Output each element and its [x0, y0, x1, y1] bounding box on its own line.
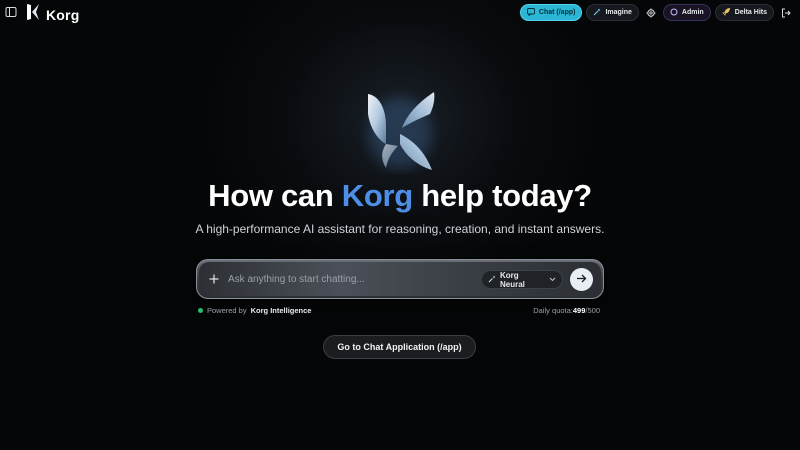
sparkle-wand-icon	[593, 8, 601, 18]
title-suffix: help today?	[412, 178, 592, 213]
status-dot	[198, 308, 203, 313]
delta-hits-nav-button[interactable]: Delta Hits	[714, 4, 774, 21]
model-select[interactable]: Korg Neural	[481, 270, 563, 289]
powered-by: Powered by Korg Intelligence	[198, 306, 311, 315]
quota-used: 499	[572, 306, 586, 315]
brand-name: Korg	[46, 6, 80, 23]
brand[interactable]: Korg	[25, 3, 79, 26]
chevron-down-icon	[549, 275, 556, 284]
gear-icon[interactable]	[643, 4, 659, 21]
imagine-nav-label: Imagine	[605, 9, 632, 16]
imagine-nav-button[interactable]: Imagine	[586, 4, 639, 21]
quota-label: Daily quota:	[533, 306, 573, 315]
rocket-icon	[721, 7, 731, 18]
quota-total: /500	[585, 306, 600, 315]
go-to-chat-button[interactable]: Go to Chat Application (/app)	[323, 335, 476, 359]
chat-bubble-icon	[526, 7, 535, 18]
sidebar-toggle-icon[interactable]	[4, 5, 18, 19]
plus-icon[interactable]	[205, 270, 223, 288]
korg-hero-logo-icon	[360, 88, 440, 174]
chat-nav-label: Chat (/app)	[538, 9, 576, 16]
logout-icon[interactable]	[778, 4, 794, 21]
sparkle-icon	[488, 275, 496, 285]
top-nav: Chat (/app) Imagine Admin Delta Hits	[519, 4, 794, 21]
model-select-label: Korg Neural	[500, 270, 525, 289]
top-bar: Korg Chat (/app) Imagine Admin Delta Hit…	[0, 0, 800, 26]
arrow-right-icon	[576, 271, 587, 289]
ring-icon	[670, 8, 678, 18]
powered-prefix: Powered by	[207, 306, 247, 315]
page-subtitle: A high-performance AI assistant for reas…	[195, 222, 605, 236]
chat-nav-button[interactable]: Chat (/app)	[519, 4, 583, 21]
admin-nav-label: Admin	[681, 9, 704, 16]
admin-nav-button[interactable]: Admin	[662, 4, 711, 21]
chat-input[interactable]	[228, 271, 468, 288]
daily-quota: Daily quota: 499/500	[533, 306, 600, 315]
korg-logo-icon	[25, 3, 41, 26]
title-accent: Korg	[341, 178, 413, 213]
title-prefix: How can	[208, 178, 342, 213]
powered-brand: Korg Intelligence	[250, 306, 312, 315]
delta-hits-nav-label: Delta Hits	[734, 9, 767, 16]
page-title: How can Korg help today?	[0, 178, 800, 214]
send-button[interactable]	[570, 268, 593, 291]
